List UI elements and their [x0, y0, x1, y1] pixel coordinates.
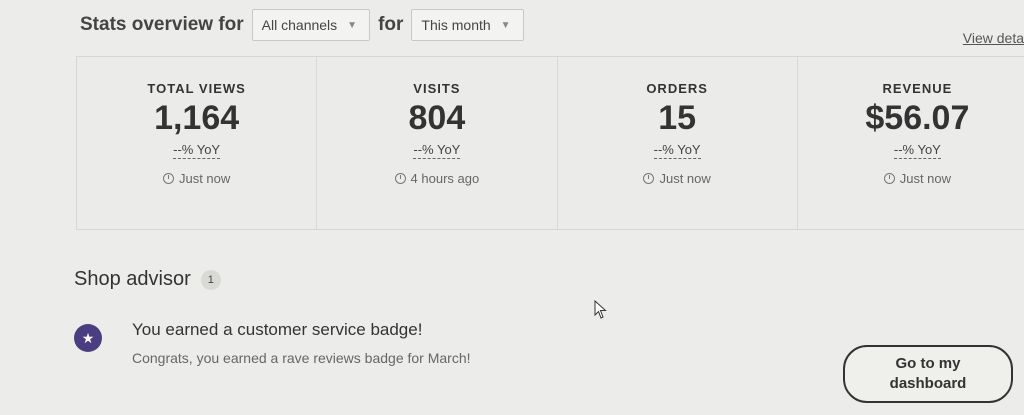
advisor-item-title: You earned a customer service badge!	[132, 320, 423, 339]
shop-advisor-header: Shop advisor 1	[74, 268, 221, 291]
stat-yoy: --% YoY	[653, 142, 701, 159]
stat-updated-text: 4 hours ago	[410, 171, 480, 186]
clock-icon	[394, 173, 406, 184]
advisor-item-description: Congrats, you earned a rave reviews badg…	[132, 350, 471, 366]
stat-label: REVENUE	[882, 81, 953, 96]
stat-value: 804	[408, 99, 466, 137]
stat-label: TOTAL VIEWS	[147, 81, 246, 96]
go-to-dashboard-button[interactable]: Go to my dashboard	[843, 345, 1013, 403]
stat-updated: Just now	[883, 171, 952, 186]
stat-label: ORDERS	[646, 81, 708, 96]
period-select[interactable]: This month ▼	[411, 9, 524, 41]
stats-title: Stats overview for	[80, 14, 244, 35]
clock-icon	[643, 173, 655, 184]
chevron-down-icon: ▼	[500, 19, 511, 31]
stat-updated-text: Just now	[899, 171, 952, 186]
stat-value: 15	[658, 99, 697, 137]
advisor-count-badge: 1	[200, 269, 221, 290]
view-details-link[interactable]: View deta	[963, 30, 1024, 46]
clock-icon	[162, 173, 174, 184]
stat-value: 1,164	[154, 99, 240, 137]
stat-orders[interactable]: ORDERS 15 --% YoY Just now	[558, 57, 798, 229]
stat-updated-text: Just now	[178, 171, 231, 186]
channel-select[interactable]: All channels ▼	[251, 9, 371, 41]
stat-yoy: --% YoY	[893, 142, 941, 159]
stat-yoy: --% YoY	[413, 142, 461, 159]
stat-updated: Just now	[643, 171, 711, 186]
stat-yoy: --% YoY	[173, 142, 221, 159]
stat-updated: Just now	[162, 171, 231, 186]
stat-revenue[interactable]: REVENUE $56.07 --% YoY Just now	[798, 57, 1024, 229]
chevron-down-icon: ▼	[347, 19, 358, 31]
shop-advisor-title: Shop advisor	[74, 268, 191, 290]
stat-value: $56.07	[865, 99, 970, 137]
stats-panel: TOTAL VIEWS 1,164 --% YoY Just now VISIT…	[76, 56, 1024, 230]
clock-icon	[883, 173, 895, 184]
star-badge-icon: ★	[74, 324, 102, 352]
stat-visits[interactable]: VISITS 804 --% YoY 4 hours ago	[317, 57, 558, 229]
period-select-value: This month	[421, 17, 491, 33]
stat-label: VISITS	[413, 81, 461, 96]
stat-updated: 4 hours ago	[394, 171, 480, 186]
channel-select-value: All channels	[261, 17, 338, 33]
stat-updated-text: Just now	[659, 171, 711, 186]
stat-total-views[interactable]: TOTAL VIEWS 1,164 --% YoY Just now	[77, 57, 318, 229]
stats-header: Stats overview for All channels ▼ for Th…	[80, 8, 524, 42]
mouse-cursor-icon	[594, 300, 607, 319]
for-label: for	[378, 14, 404, 35]
